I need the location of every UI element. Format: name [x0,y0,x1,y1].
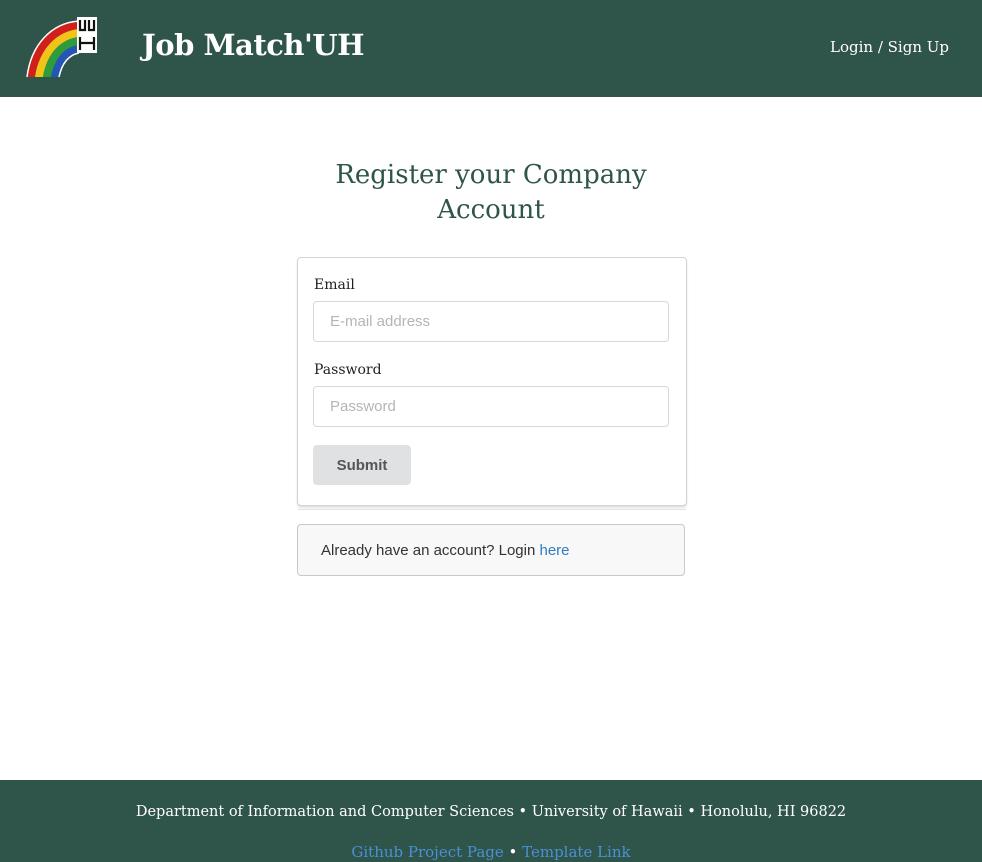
footer-department: Department of Information and Computer S… [135,804,514,820]
brand-title[interactable]: Job Match'UH [142,28,365,62]
template-link[interactable]: Template Link [522,843,630,861]
login-message-text: Already have an account? Login [321,542,540,559]
submit-button[interactable]: Submit [313,445,411,485]
register-form: Email Password Submit [297,257,687,510]
footer-links-separator: • [503,843,523,861]
password-input[interactable] [313,386,669,427]
page-title: Register your Company Account [0,158,982,228]
footer-location: Honolulu, HI 96822 [700,804,847,820]
login-here-link[interactable]: here [540,542,570,559]
page-title-line-1: Register your Company [335,160,647,190]
password-label: Password [314,362,382,378]
login-message: Already have an account? Login here [297,524,685,576]
page-title-line-2: Account [437,195,545,225]
footer-address: Department of Information and Computer S… [0,804,982,820]
top-navbar: Job Match'UH Login / Sign Up [0,0,982,97]
footer-separator: • [682,804,701,820]
footer: Department of Information and Computer S… [0,780,982,862]
email-input[interactable] [313,301,669,342]
uh-rainbow-logo-icon[interactable] [25,15,99,81]
footer-links: Github Project Page • Template Link [0,843,982,861]
footer-university: University of Hawaii [531,804,683,820]
footer-separator: • [513,804,532,820]
github-project-link[interactable]: Github Project Page [351,843,503,861]
email-label: Email [314,277,355,293]
login-signup-link[interactable]: Login / Sign Up [830,38,949,56]
